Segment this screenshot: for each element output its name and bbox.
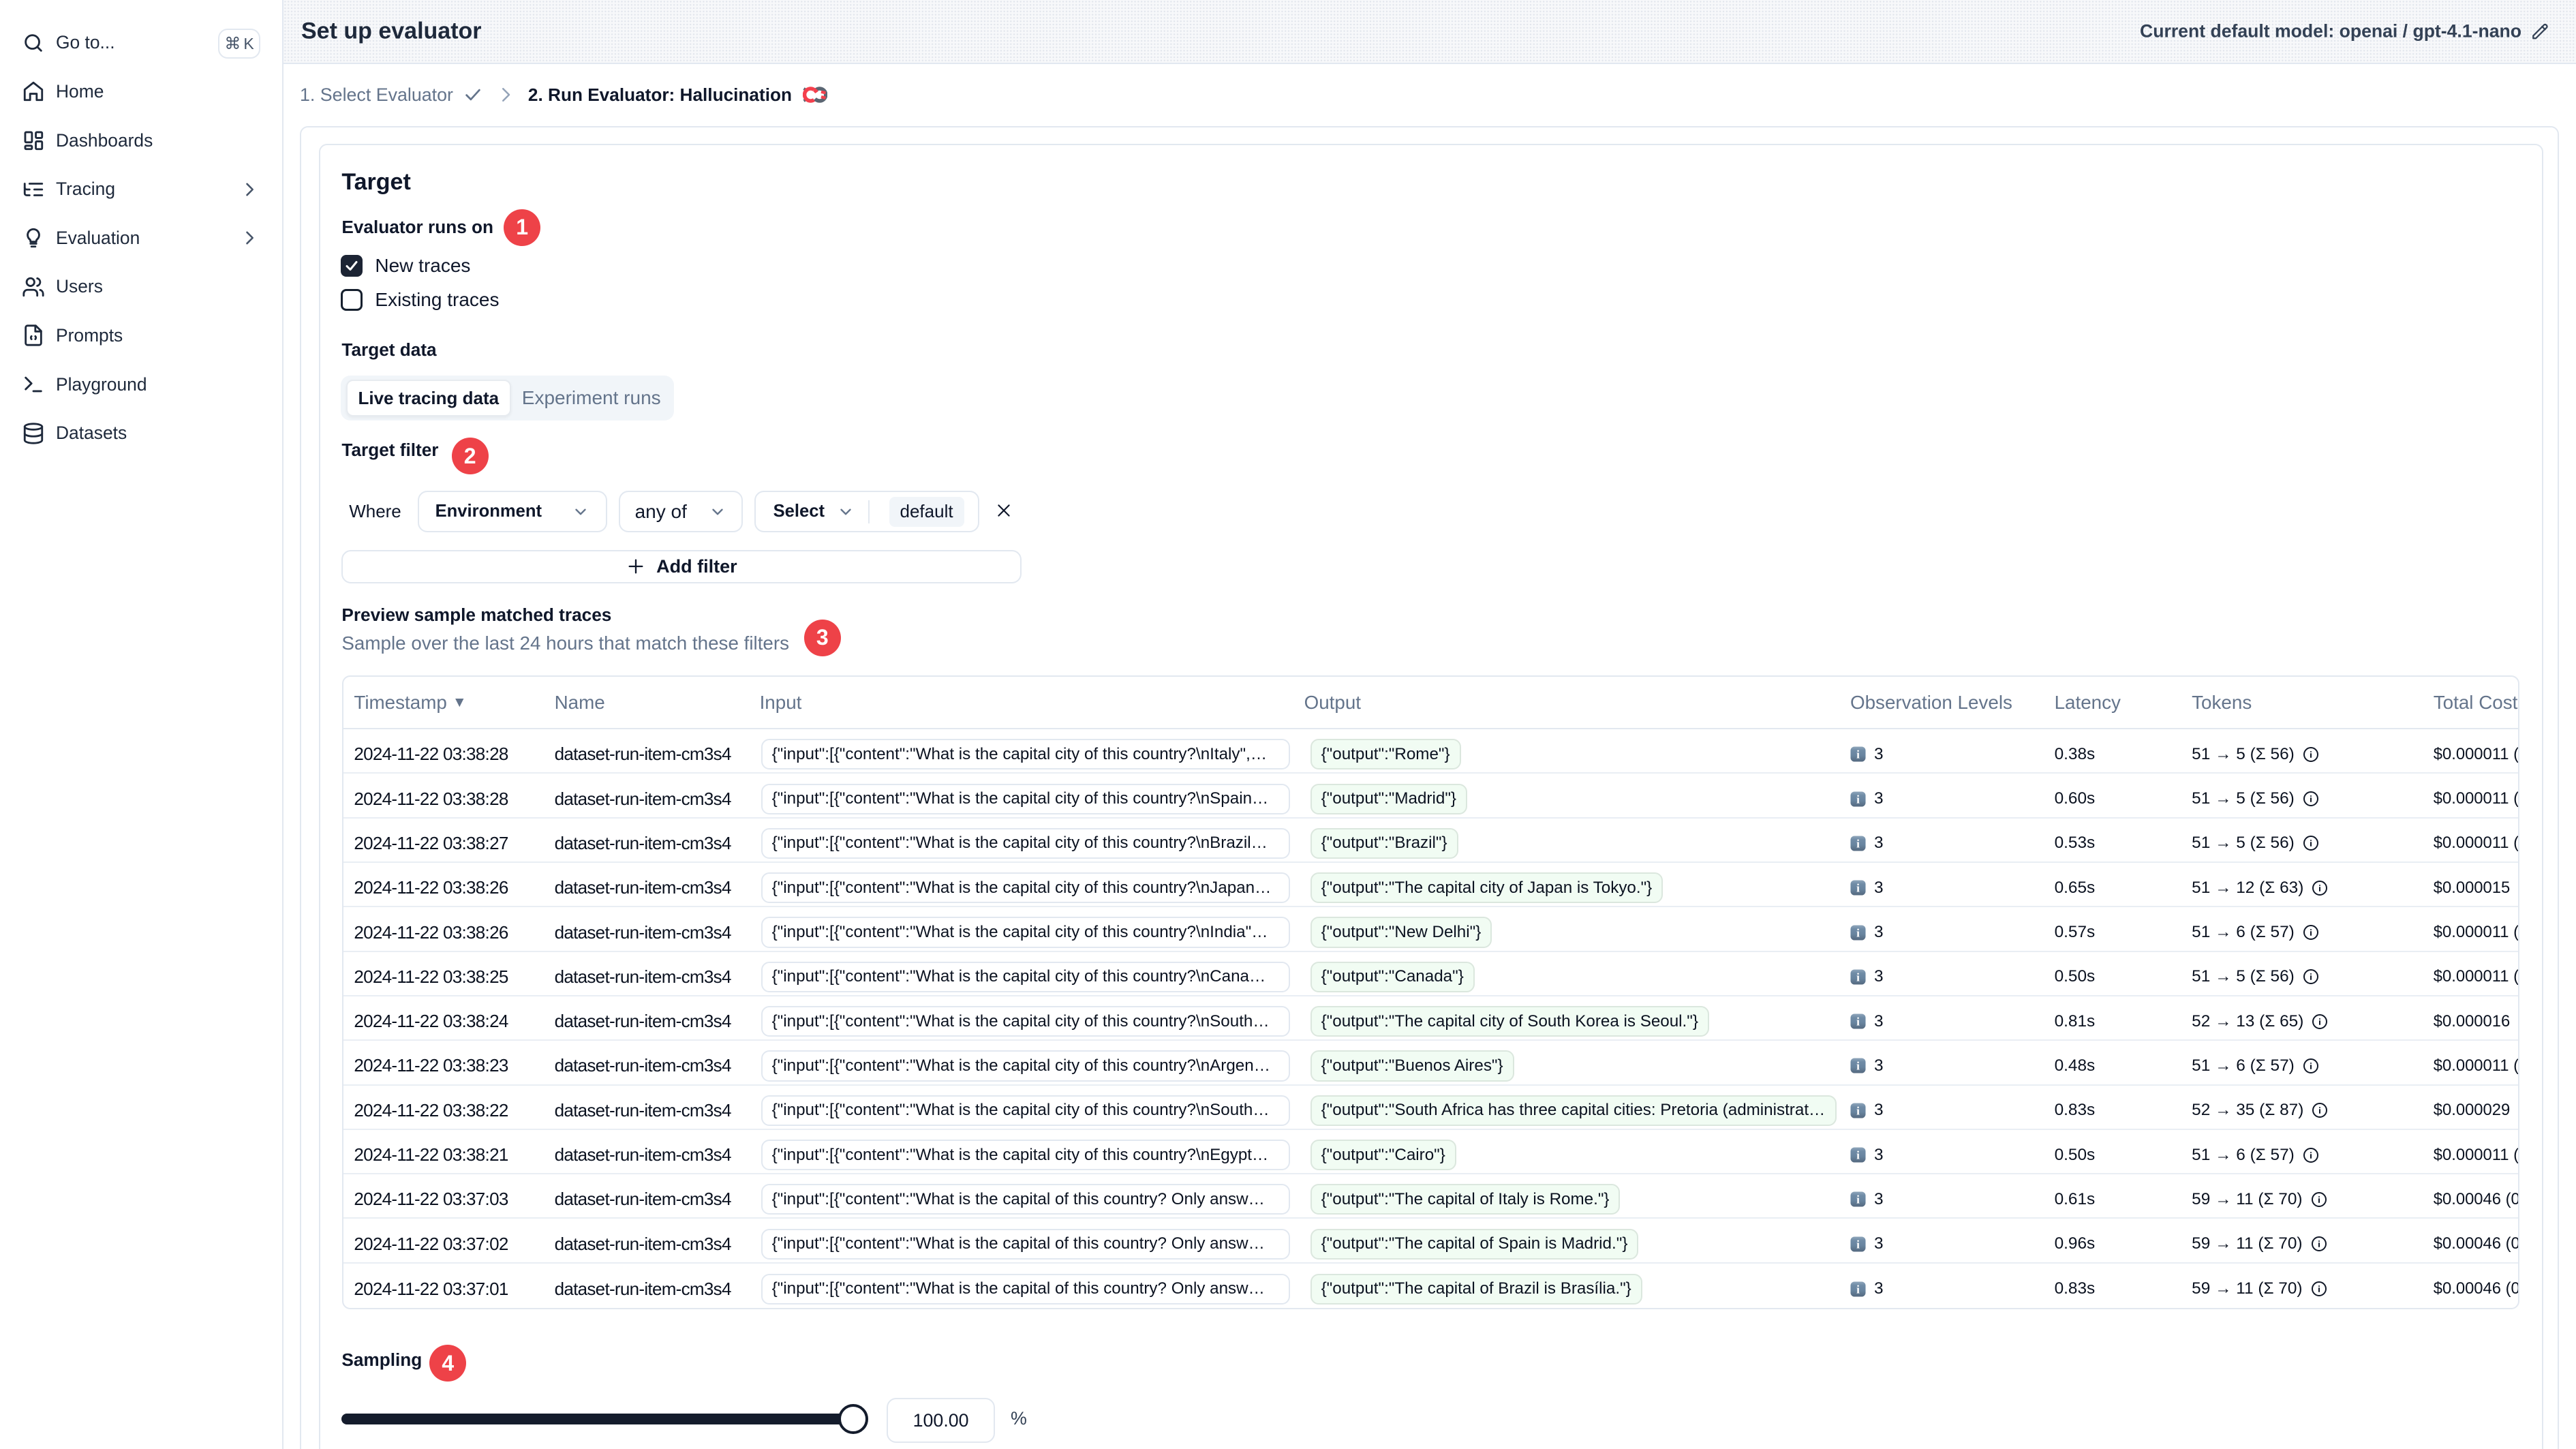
svg-text:i: i [1856,1193,1860,1206]
svg-text:i: i [1856,882,1860,895]
svg-text:i: i [1856,926,1860,939]
svg-text:i: i [1856,1104,1860,1117]
svg-text:i: i [1856,971,1860,984]
svg-text:i: i [1856,748,1860,761]
svg-text:i: i [1856,1016,1860,1028]
svg-text:i: i [1856,1060,1860,1073]
svg-text:i: i [1856,1238,1860,1251]
svg-text:i: i [1856,793,1860,806]
svg-text:i: i [1856,838,1860,851]
svg-text:i: i [1856,1149,1860,1162]
svg-text:i: i [1856,1283,1860,1296]
